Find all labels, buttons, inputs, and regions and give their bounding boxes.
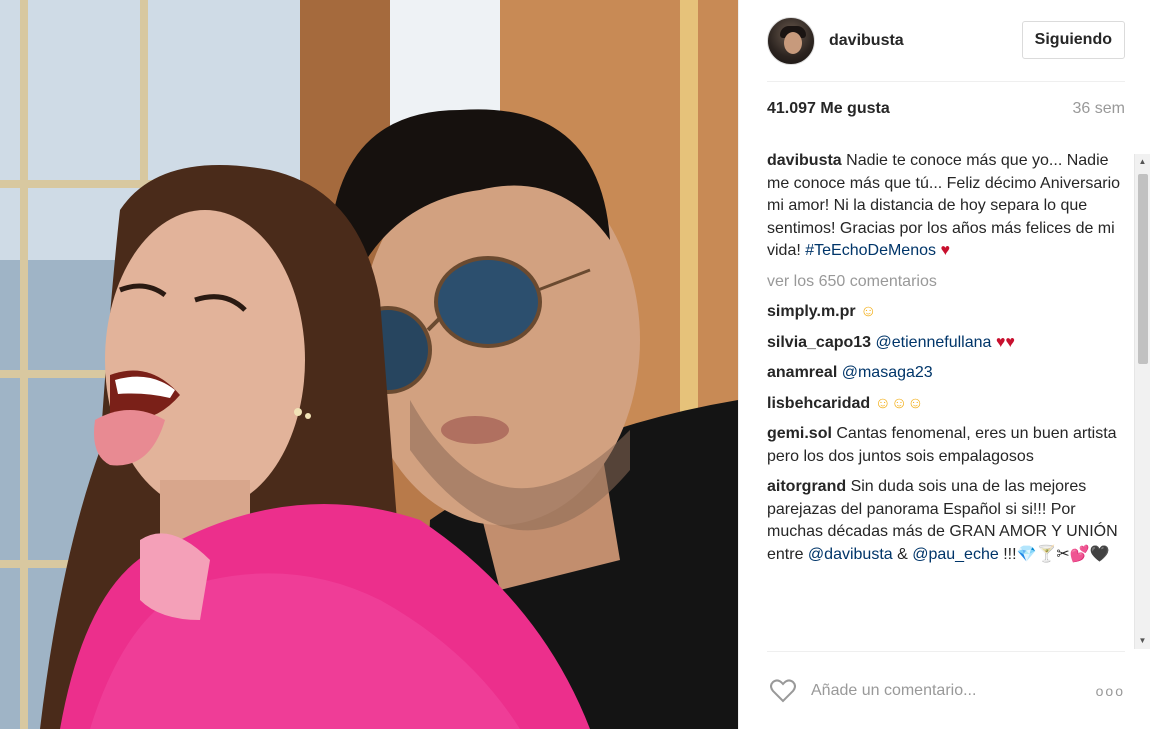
smile-emoji: ☺☺☺ [874, 394, 924, 412]
comment-joiner: & [892, 545, 913, 563]
comment-footer: ooo [767, 651, 1125, 729]
caption-hashtag[interactable]: #TeEchoDeMenos [805, 242, 936, 259]
heart-emoji: ♥ [940, 242, 950, 259]
comment-mention[interactable]: @davibusta [808, 546, 893, 563]
avatar-face [784, 31, 802, 54]
comment-emoji-tail: !!!💎🍸✂💕🖤 [998, 545, 1110, 563]
post-time[interactable]: 36 sem [1073, 100, 1125, 118]
scroll-up-arrow-icon[interactable]: ▲ [1135, 154, 1150, 170]
comment-username[interactable]: silvia_capo13 [767, 334, 871, 351]
comment-username[interactable]: gemi.sol [767, 425, 832, 442]
comment-item: silvia_capo13 @etiennefullana ♥♥ [767, 332, 1125, 355]
view-all-comments-link[interactable]: ver los 650 comentarios [767, 271, 1125, 294]
post-container: davibusta Siguiendo 41.097 Me gusta 36 s… [0, 0, 1150, 729]
comments-scrollbar[interactable]: ▲ ▼ [1134, 154, 1150, 649]
likes-row: 41.097 Me gusta 36 sem [767, 100, 1125, 118]
smile-emoji: ☺ [860, 303, 877, 320]
scrollbar-thumb[interactable] [1138, 174, 1148, 364]
comment-item: aitorgrand Sin duda sois una de las mejo… [767, 476, 1125, 566]
comments-list[interactable]: davibusta Nadie te conoce más que yo... … [767, 150, 1125, 648]
photo-illustration [0, 0, 738, 729]
caption-username[interactable]: davibusta [767, 152, 842, 169]
post-header: davibusta Siguiendo [767, 0, 1125, 82]
heart-outline-icon [770, 678, 796, 702]
comment-item: anamreal @masaga23 [767, 362, 1125, 385]
comment-username[interactable]: aitorgrand [767, 478, 846, 495]
like-heart-icon[interactable] [769, 677, 797, 705]
more-options-icon[interactable]: ooo [1096, 683, 1125, 699]
avatar[interactable] [767, 16, 815, 65]
post-photo[interactable] [0, 0, 738, 729]
header-username[interactable]: davibusta [829, 32, 904, 50]
following-button[interactable]: Siguiendo [1021, 21, 1125, 59]
heart-emoji: ♥♥ [995, 333, 1015, 351]
comment-username[interactable]: anamreal [767, 364, 837, 381]
likes-count[interactable]: 41.097 Me gusta [767, 100, 890, 118]
add-comment-input[interactable] [811, 681, 1081, 700]
comment-mention[interactable]: @etiennefullana [876, 334, 992, 351]
comment-item: simply.m.pr ☺ [767, 301, 1125, 324]
caption: davibusta Nadie te conoce más que yo... … [767, 150, 1125, 263]
comment-item: gemi.sol Cantas fenomenal, eres un buen … [767, 423, 1125, 468]
comment-mention[interactable]: @pau_eche [912, 546, 999, 563]
scroll-down-arrow-icon[interactable]: ▼ [1135, 633, 1150, 649]
comment-username[interactable]: lisbehcaridad [767, 395, 870, 412]
comment-username[interactable]: simply.m.pr [767, 303, 856, 320]
post-side-panel: davibusta Siguiendo 41.097 Me gusta 36 s… [738, 0, 1150, 729]
comment-item: lisbehcaridad ☺☺☺ [767, 393, 1125, 416]
comment-mention[interactable]: @masaga23 [842, 364, 933, 381]
